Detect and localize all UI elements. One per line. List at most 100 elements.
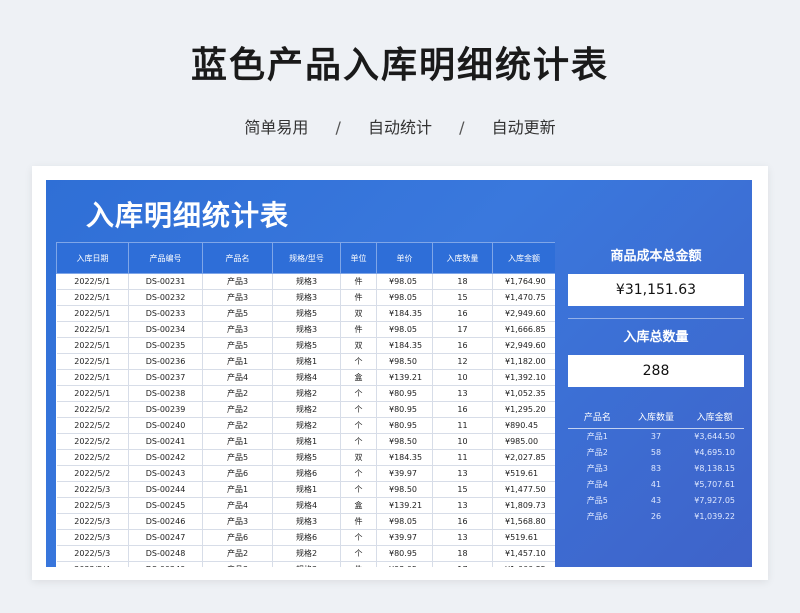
table-cell: 规格1	[272, 353, 341, 370]
table-cell: 产品3	[202, 321, 273, 338]
table-row[interactable]: 2022/5/2 DS-00241 产品1 规格1 个 ¥98.50 10 ¥985.00	[56, 433, 555, 450]
table-cell: 2022/5/2	[56, 449, 129, 466]
table-cell: 产品1	[202, 481, 273, 498]
table-row[interactable]: 2022/5/3 DS-00247 产品6 规格6 个 ¥39.97 13 ¥519.61	[56, 529, 555, 546]
table-cell: 产品6	[202, 529, 273, 546]
table-cell: ¥1,809.73	[492, 497, 555, 514]
table-cell: DS-00236	[128, 353, 203, 370]
table-cell: DS-00241	[128, 433, 203, 450]
table-row[interactable]: 2022/5/2 DS-00239 产品2 规格2 个 ¥80.95 16 ¥1,295.20	[56, 401, 555, 418]
table-cell: 规格2	[272, 545, 341, 562]
product-summary-table: 产品名 入库数量 入库金额 产品1 37 ¥3,644.50 产品2 58 ¥4,695.10…	[568, 406, 744, 524]
column-header: 产品编号	[128, 242, 203, 274]
table-cell: 产品2	[202, 545, 273, 562]
table-cell: ¥139.21	[376, 497, 433, 514]
table-cell: ¥1,052.35	[492, 385, 555, 402]
table-cell: 规格3	[272, 561, 341, 567]
table-cell: 产品5	[202, 337, 273, 354]
table-row[interactable]: 产品4 41 ¥5,707.61	[568, 476, 744, 492]
table-cell: 双	[340, 305, 377, 322]
column-header: 单价	[376, 242, 433, 274]
table-cell: 18	[432, 545, 493, 562]
table-cell: 产品1	[202, 433, 273, 450]
table-cell: 2022/5/1	[56, 289, 129, 306]
sheet-title: 入库明细统计表	[86, 199, 290, 232]
table-cell: ¥1,764.90	[492, 273, 555, 290]
table-cell: 16	[432, 401, 493, 418]
table-row[interactable]: 产品5 43 ¥7,927.05	[568, 492, 744, 508]
table-cell: 个	[340, 417, 377, 434]
table-cell: 个	[340, 481, 377, 498]
summary-divider	[568, 318, 744, 319]
column-header: 单位	[340, 242, 377, 274]
table-cell: 2022/5/2	[56, 433, 129, 450]
table-cell: ¥184.35	[376, 337, 433, 354]
table-row[interactable]: 2022/5/3 DS-00245 产品4 规格4 盒 ¥139.21 13 ¥1,809.7…	[56, 497, 555, 514]
table-row[interactable]: 2022/5/1 DS-00232 产品3 规格3 件 ¥98.05 15 ¥1,470.75	[56, 289, 555, 306]
total-cost-value: ¥31,151.63	[568, 274, 744, 306]
table-row[interactable]: 2022/5/2 DS-00243 产品6 规格6 个 ¥39.97 13 ¥519.61	[56, 465, 555, 482]
table-cell: DS-00234	[128, 321, 203, 338]
column-header: 入库日期	[56, 242, 129, 274]
table-cell: 产品3	[202, 513, 273, 530]
column-header: 规格/型号	[272, 242, 341, 274]
table-cell: 2022/5/1	[56, 369, 129, 386]
table-cell: DS-00240	[128, 417, 203, 434]
table-row[interactable]: 2022/5/1 DS-00233 产品5 规格5 双 ¥184.35 16 ¥2,949.6…	[56, 305, 555, 322]
table-cell: 产品4	[586, 479, 608, 489]
total-cost-label: 商品成本总金额	[610, 249, 702, 264]
table-cell: 产品3	[586, 463, 608, 473]
table-row[interactable]: 2022/5/2 DS-00240 产品2 规格2 个 ¥80.95 11 ¥890.45	[56, 417, 555, 434]
table-cell: ¥1,470.75	[492, 289, 555, 306]
table-cell: 产品6	[586, 511, 608, 521]
table-cell: DS-00235	[128, 337, 203, 354]
detail-table-wrapper[interactable]: 入库日期 产品编号 产品名 规格/型号 单位 单价 入库数量 入库金额 2022/5/1 DS-…	[56, 242, 555, 567]
table-cell: ¥1,182.00	[492, 353, 555, 370]
table-row[interactable]: 2022/5/3 DS-00246 产品3 规格3 件 ¥98.05 16 ¥1,568.80	[56, 513, 555, 530]
table-cell: 2022/5/3	[56, 545, 129, 562]
table-cell: 规格1	[272, 433, 341, 450]
table-cell: 10	[432, 369, 493, 386]
table-cell: 件	[340, 513, 377, 530]
table-cell: ¥98.50	[376, 353, 433, 370]
table-cell: 2022/5/1	[56, 337, 129, 354]
table-cell: ¥4,695.10	[694, 447, 736, 457]
table-cell: 17	[432, 321, 493, 338]
table-cell: 58	[650, 447, 662, 457]
table-cell: ¥98.05	[376, 273, 433, 290]
table-row[interactable]: 2022/5/1 DS-00234 产品3 规格3 件 ¥98.05 17 ¥1,666.85	[56, 321, 555, 338]
table-cell: ¥98.05	[376, 321, 433, 338]
table-cell: 规格6	[272, 465, 341, 482]
table-cell: 15	[432, 481, 493, 498]
table-row[interactable]: 产品6 26 ¥1,039.22	[568, 508, 744, 524]
table-cell: 产品4	[202, 369, 273, 386]
table-row[interactable]: 产品1 37 ¥3,644.50	[568, 428, 744, 444]
table-row[interactable]: 2022/5/3 DS-00248 产品2 规格2 个 ¥80.95 18 ¥1,457.10	[56, 545, 555, 562]
table-row[interactable]: 2022/5/2 DS-00242 产品5 规格5 双 ¥184.35 11 ¥2,027.8…	[56, 449, 555, 466]
table-cell: 11	[432, 449, 493, 466]
table-cell: 26	[650, 511, 662, 521]
table-row[interactable]: 2022/5/1 DS-00236 产品1 规格1 个 ¥98.50 12 ¥1,182.00	[56, 353, 555, 370]
table-cell: 规格1	[272, 481, 341, 498]
table-cell: 产品1	[202, 353, 273, 370]
total-qty-label: 入库总数量	[623, 330, 689, 345]
table-row[interactable]: 产品2 58 ¥4,695.10	[568, 444, 744, 460]
product-summary-header: 产品名 入库数量 入库金额	[568, 406, 744, 429]
table-row[interactable]: 产品3 83 ¥8,138.15	[568, 460, 744, 476]
table-row[interactable]: 2022/5/1 DS-00235 产品5 规格5 双 ¥184.35 16 ¥2,949.6…	[56, 337, 555, 354]
table-cell: 产品1	[586, 431, 608, 441]
table-row[interactable]: 2022/5/1 DS-00238 产品2 规格2 个 ¥80.95 13 ¥1,052.35	[56, 385, 555, 402]
table-cell: DS-00248	[128, 545, 203, 562]
table-cell: 产品6	[202, 465, 273, 482]
table-cell: 2022/5/3	[56, 529, 129, 546]
table-cell: ¥80.95	[376, 545, 433, 562]
table-row[interactable]: 2022/5/3 DS-00244 产品1 规格1 个 ¥98.50 15 ¥1,477.50	[56, 481, 555, 498]
table-cell: DS-00238	[128, 385, 203, 402]
table-cell: DS-00237	[128, 369, 203, 386]
table-cell: 2022/5/1	[56, 273, 129, 290]
table-row[interactable]: 2022/5/1 DS-00237 产品4 规格4 盒 ¥139.21 10 ¥1,392.1…	[56, 369, 555, 386]
table-row[interactable]: 2022/5/4DS-00249产品3规格3件¥98.0517¥1,666.85	[56, 561, 555, 567]
table-row[interactable]: 2022/5/1 DS-00231 产品3 规格3 件 ¥98.05 18 ¥1,764.90	[56, 273, 555, 290]
table-cell: 2022/5/1	[56, 305, 129, 322]
table-cell: ¥80.95	[376, 401, 433, 418]
